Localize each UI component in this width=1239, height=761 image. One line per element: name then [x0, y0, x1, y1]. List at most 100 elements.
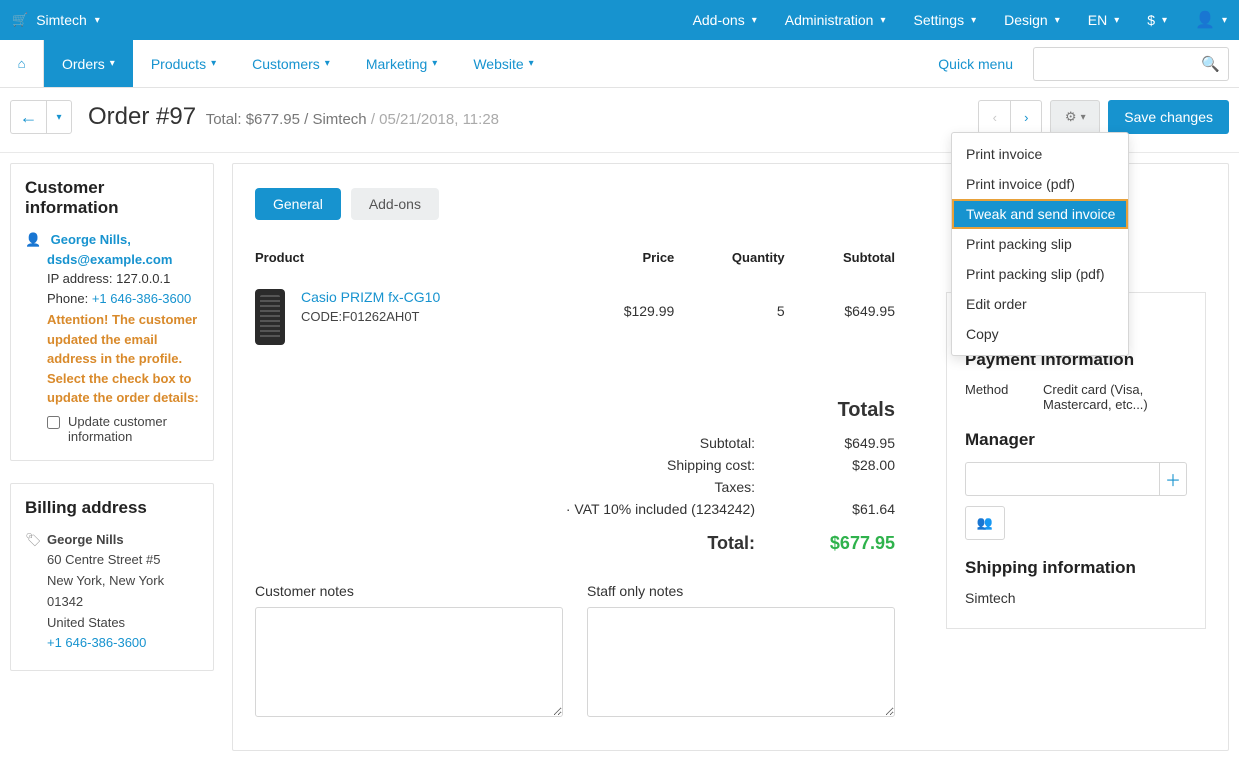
manager-input[interactable] — [965, 462, 1159, 496]
billing-zip: 01342 — [25, 592, 199, 613]
tab-addons[interactable]: Add-ons — [351, 188, 439, 220]
nav-customers[interactable]: Customers — [234, 40, 348, 87]
top-menu-currency[interactable]: $ — [1147, 12, 1167, 28]
pager-prev[interactable]: ‹ — [978, 100, 1010, 134]
chevron-down-icon — [971, 15, 976, 26]
gear-dropdown: Print invoice Print invoice (pdf) Tweak … — [951, 132, 1129, 356]
menu-print-packing-slip[interactable]: Print packing slip — [952, 229, 1128, 259]
menu-print-invoice[interactable]: Print invoice — [952, 139, 1128, 169]
pager-next[interactable]: › — [1010, 100, 1042, 134]
save-button[interactable]: Save changes — [1108, 100, 1229, 134]
table-row: Casio PRIZM fx-CG10 CODE:F01262AH0T $129… — [255, 275, 895, 359]
menu-print-invoice-pdf[interactable]: Print invoice (pdf) — [952, 169, 1128, 199]
chevron-left-icon: ‹ — [993, 110, 997, 125]
back-dropdown[interactable] — [46, 100, 72, 134]
customer-notes-label: Customer notes — [255, 583, 563, 599]
top-menu-language[interactable]: EN — [1088, 12, 1119, 28]
top-menu-administration[interactable]: Administration — [785, 12, 886, 28]
cell-subtotal: $649.95 — [785, 289, 895, 319]
user-icon: 👤 — [25, 230, 39, 250]
chevron-down-icon — [880, 15, 885, 26]
shipping-info-heading: Shipping information — [965, 558, 1187, 578]
menu-edit-order[interactable]: Edit order — [952, 289, 1128, 319]
search-icon: 🔍 — [1201, 55, 1220, 73]
customer-notes-input[interactable] — [255, 607, 563, 717]
topbar: 🛒 Simtech Add-ons Administration Setting… — [0, 0, 1239, 40]
nav-products[interactable]: Products — [133, 40, 234, 87]
customer-phone-link[interactable]: +1 646-386-3600 — [92, 291, 191, 306]
chevron-down-icon — [752, 15, 757, 26]
update-customer-checkbox[interactable] — [47, 416, 60, 429]
brand-menu[interactable]: Simtech — [36, 12, 100, 28]
product-name-link[interactable]: Casio PRIZM fx-CG10 — [301, 289, 440, 305]
shipping-label: Shipping cost: — [455, 457, 755, 473]
menu-copy[interactable]: Copy — [952, 319, 1128, 349]
subtotal-value: $649.95 — [815, 435, 895, 451]
top-menu-settings[interactable]: Settings — [913, 12, 976, 28]
billing-heading: Billing address — [25, 498, 199, 518]
billing-line2: New York, New York — [25, 571, 199, 592]
page-title: Order #97 — [88, 103, 196, 130]
chevron-down-icon — [1222, 15, 1227, 26]
update-customer-label: Update customer information — [68, 414, 199, 444]
nav-home[interactable]: ⌂ — [0, 40, 44, 87]
taxes-label: Taxes: — [455, 479, 755, 495]
customer-name-link[interactable]: George Nills — [51, 232, 128, 247]
main-nav: ⌂ Orders Products Customers Marketing We… — [0, 40, 1239, 88]
total-value: $677.95 — [815, 533, 895, 554]
payment-method-label: Method — [965, 382, 1025, 412]
add-manager-button[interactable]: ＋ — [1159, 462, 1187, 496]
vat-value: $61.64 — [815, 501, 895, 517]
nav-website[interactable]: Website — [455, 40, 551, 87]
nav-marketing[interactable]: Marketing — [348, 40, 456, 87]
customer-info-heading: Customer information — [25, 178, 199, 218]
customer-info-panel: Customer information 👤 George Nills, dsd… — [10, 163, 214, 461]
tab-general[interactable]: General — [255, 188, 341, 220]
billing-phone-link[interactable]: +1 646-386-3600 — [47, 635, 146, 650]
chevron-down-icon — [1055, 15, 1060, 26]
product-thumbnail — [255, 289, 285, 345]
gear-icon: ⚙ — [1065, 109, 1077, 125]
chevron-down-icon — [56, 112, 61, 123]
chevron-down-icon — [325, 58, 330, 69]
billing-country: United States — [25, 613, 199, 634]
chevron-down-icon — [1114, 15, 1119, 26]
cell-qty: 5 — [674, 289, 784, 319]
quick-menu[interactable]: Quick menu — [938, 56, 1013, 72]
users-button[interactable]: 👥 — [965, 506, 1005, 540]
nav-orders[interactable]: Orders — [44, 40, 133, 87]
chevron-down-icon — [1162, 15, 1167, 26]
arrow-left-icon: ← — [20, 107, 38, 128]
chevron-down-icon — [95, 15, 100, 26]
billing-name: George Nills — [47, 532, 124, 547]
manager-heading: Manager — [965, 430, 1187, 450]
search-button[interactable]: 🔍 — [1193, 47, 1229, 81]
gear-menu-button[interactable]: ⚙ — [1050, 100, 1100, 134]
col-quantity: Quantity — [674, 250, 784, 265]
top-menu-design[interactable]: Design — [1004, 12, 1060, 28]
vat-label: · VAT 10% included (1234242) — [455, 501, 755, 517]
users-icon: 👥 — [977, 515, 993, 531]
total-label: Total: — [455, 533, 755, 554]
shipping-value: $28.00 — [815, 457, 895, 473]
page-subtitle: Total: $677.95 / Simtech / 05/21/2018, 1… — [206, 111, 499, 128]
chevron-down-icon — [432, 58, 437, 69]
back-button[interactable]: ← — [10, 100, 46, 134]
chevron-right-icon: › — [1024, 110, 1028, 125]
col-subtotal: Subtotal — [785, 250, 895, 265]
top-menu-user[interactable]: 👤 — [1195, 10, 1227, 30]
plus-icon: ＋ — [1165, 467, 1181, 491]
staff-notes-input[interactable] — [587, 607, 895, 717]
totals-heading: Totals — [255, 399, 895, 422]
customer-email-link[interactable]: dsds@example.com — [47, 252, 172, 267]
tag-icon: 🏷 — [25, 530, 39, 551]
chevron-down-icon — [529, 58, 534, 69]
menu-print-packing-slip-pdf[interactable]: Print packing slip (pdf) — [952, 259, 1128, 289]
shipping-value: Simtech — [965, 590, 1187, 606]
top-menu-addons[interactable]: Add-ons — [693, 12, 757, 28]
subtotal-label: Subtotal: — [455, 435, 755, 451]
chevron-down-icon — [110, 58, 115, 69]
search-input[interactable] — [1033, 47, 1193, 81]
menu-tweak-send-invoice[interactable]: Tweak and send invoice — [952, 199, 1128, 229]
chevron-down-icon — [1081, 112, 1086, 123]
